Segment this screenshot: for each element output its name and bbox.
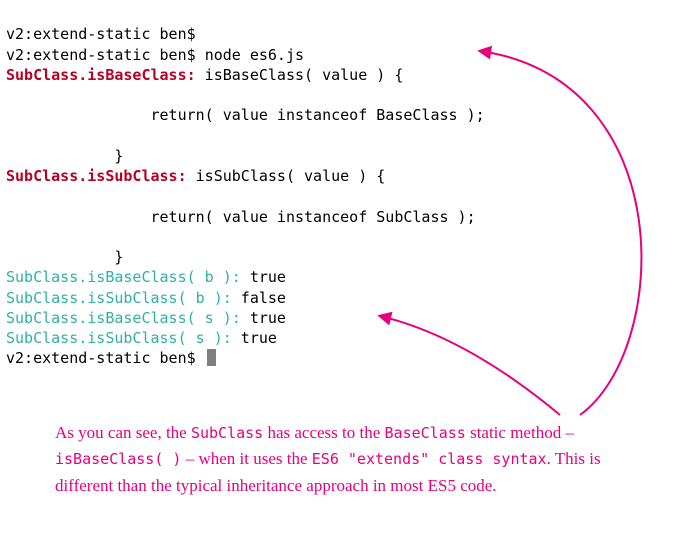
result-val-4: true xyxy=(232,329,277,347)
prompt-final: v2:extend-static ben$ xyxy=(6,349,205,367)
anno-c4: ES6 "extends" class syntax xyxy=(312,450,547,468)
output-key-1: SubClass.isBaseClass: xyxy=(6,66,196,84)
output-close-2: } xyxy=(6,248,123,266)
output-close-1: } xyxy=(6,147,123,165)
anno-t2: has access to the xyxy=(263,423,384,442)
output-return-2: return( value instanceof SubClass ); xyxy=(6,208,476,226)
result-call-2: SubClass.isSubClass( b ): xyxy=(6,289,232,307)
terminal-output: v2:extend-static ben$ v2:extend-static b… xyxy=(0,0,700,373)
result-call-3: SubClass.isBaseClass( s ): xyxy=(6,309,241,327)
result-call-4: SubClass.isSubClass( s ): xyxy=(6,329,232,347)
prompt-line-2: v2:extend-static ben$ xyxy=(6,46,205,64)
command: node es6.js xyxy=(205,46,304,64)
result-val-1: true xyxy=(241,268,286,286)
anno-c3: isBaseClass( ) xyxy=(55,450,181,468)
anno-t4: – when it uses the xyxy=(181,449,311,468)
anno-t3: static method – xyxy=(466,423,574,442)
output-body-1: isBaseClass( value ) { xyxy=(196,66,404,84)
output-key-2: SubClass.isSubClass: xyxy=(6,167,187,185)
cursor-icon xyxy=(207,349,216,366)
result-call-1: SubClass.isBaseClass( b ): xyxy=(6,268,241,286)
result-val-3: true xyxy=(241,309,286,327)
annotation-text: As you can see, the SubClass has access … xyxy=(55,420,625,499)
anno-c1: SubClass xyxy=(191,424,263,442)
output-body-2: isSubClass( value ) { xyxy=(187,167,386,185)
output-return-1: return( value instanceof BaseClass ); xyxy=(6,106,485,124)
anno-t1: As you can see, the xyxy=(55,423,191,442)
anno-c2: BaseClass xyxy=(385,424,466,442)
result-val-2: false xyxy=(232,289,286,307)
prompt-line-1: v2:extend-static ben$ xyxy=(6,25,196,43)
